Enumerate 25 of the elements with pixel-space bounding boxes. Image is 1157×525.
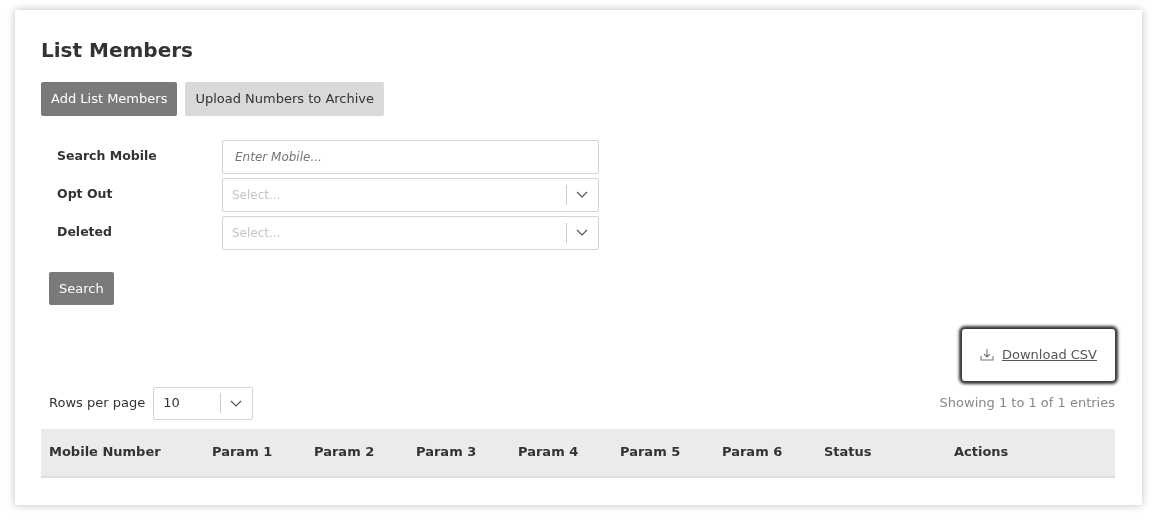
field-label: Search Mobile — [56, 147, 158, 166]
column-header: Param 2 — [313, 443, 376, 462]
chevron-down-icon — [230, 399, 243, 407]
download-icon — [980, 348, 994, 362]
action-button[interactable]: Add List Members — [41, 82, 178, 116]
rows-per-page-label: Rows per page — [49, 394, 146, 413]
entries-count: Showing 1 to 1 of 1 entries — [939, 394, 1115, 413]
column-header: Status — [823, 443, 873, 462]
column-header: Mobile Number — [48, 443, 162, 462]
field-label: Deleted — [56, 223, 114, 242]
page-title: List Members — [41, 38, 194, 62]
rows-per-page-select[interactable]: 10 — [153, 386, 254, 420]
field-label: Opt Out — [56, 185, 114, 204]
column-header: Param 6 — [721, 443, 784, 462]
column-header: Actions — [953, 443, 1010, 462]
chevron-down-icon — [576, 191, 588, 198]
download-link[interactable]: Download CSV — [962, 329, 1115, 381]
column-header: Param 1 — [211, 443, 274, 462]
action-button[interactable]: Upload Numbers to Archive — [185, 82, 385, 116]
chevron-down-icon — [576, 229, 588, 236]
column-header: Param 3 — [415, 443, 478, 462]
search-field[interactable]: Enter Mobile... — [222, 139, 599, 174]
column-header: Param 5 — [619, 443, 682, 462]
search-button[interactable]: Search — [49, 271, 114, 305]
column-header: Param 4 — [517, 443, 580, 462]
